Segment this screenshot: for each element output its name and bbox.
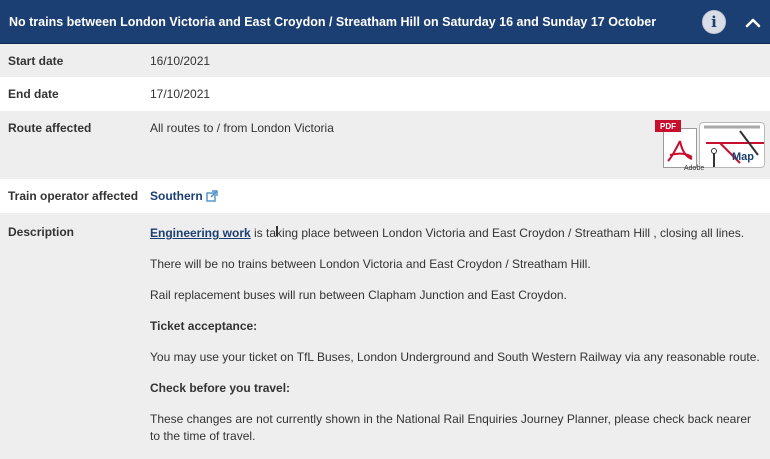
chevron-up-icon[interactable] xyxy=(742,13,764,33)
start-date-row: Start date 16/10/2021 xyxy=(0,44,770,77)
ticket-acceptance-text: You may use your ticket on TfL Buses, Lo… xyxy=(150,350,760,364)
pdf-map-button[interactable]: Map Adobe PDF xyxy=(655,120,767,172)
description-para-2: There will be no trains between London V… xyxy=(150,257,591,271)
southern-link[interactable]: Southern xyxy=(150,189,203,203)
operator-value: Southern xyxy=(150,189,770,213)
pdf-document-icon: Adobe xyxy=(663,128,704,172)
adobe-label: Adobe xyxy=(684,165,705,172)
disruption-title: No trains between London Victoria and Ea… xyxy=(9,14,657,29)
description-row: Description Engineering work is taking p… xyxy=(0,213,770,459)
route-row: Route affected All routes to / from Lond… xyxy=(0,111,770,179)
check-before-travel-text: These changes are not currently shown in… xyxy=(150,412,752,443)
description-label: Description xyxy=(8,225,75,239)
info-icon[interactable]: i xyxy=(702,10,726,34)
description-para-1: Engineering work is taking place between… xyxy=(150,225,770,242)
engineering-work-link[interactable]: Engineering work xyxy=(150,226,251,240)
map-label: Map xyxy=(732,151,754,163)
description-first-sentence: is taking place between London Victoria … xyxy=(250,226,745,240)
check-before-travel-heading: Check before you travel: xyxy=(150,381,291,395)
disruption-header[interactable]: No trains between London Victoria and Ea… xyxy=(0,0,770,44)
start-date-value: 16/10/2021 xyxy=(150,54,211,68)
end-date-row: End date 17/10/2021 xyxy=(0,77,770,111)
operator-row: Train operator affected Southern xyxy=(0,179,770,213)
route-map-thumbnail: Map xyxy=(699,122,765,168)
route-label: Route affected xyxy=(8,121,92,135)
end-date-value: 17/10/2021 xyxy=(150,87,211,101)
operator-label: Train operator affected xyxy=(8,189,139,203)
start-date-label: Start date xyxy=(8,54,64,68)
description-para-3: Rail replacement buses will run between … xyxy=(150,288,567,302)
pdf-tag: PDF xyxy=(655,120,681,132)
end-date-label: End date xyxy=(8,87,59,101)
external-link-icon[interactable] xyxy=(205,190,218,205)
ticket-acceptance-heading: Ticket acceptance: xyxy=(150,319,258,333)
description-body: Engineering work is taking place between… xyxy=(150,225,770,459)
text-cursor xyxy=(276,226,278,236)
